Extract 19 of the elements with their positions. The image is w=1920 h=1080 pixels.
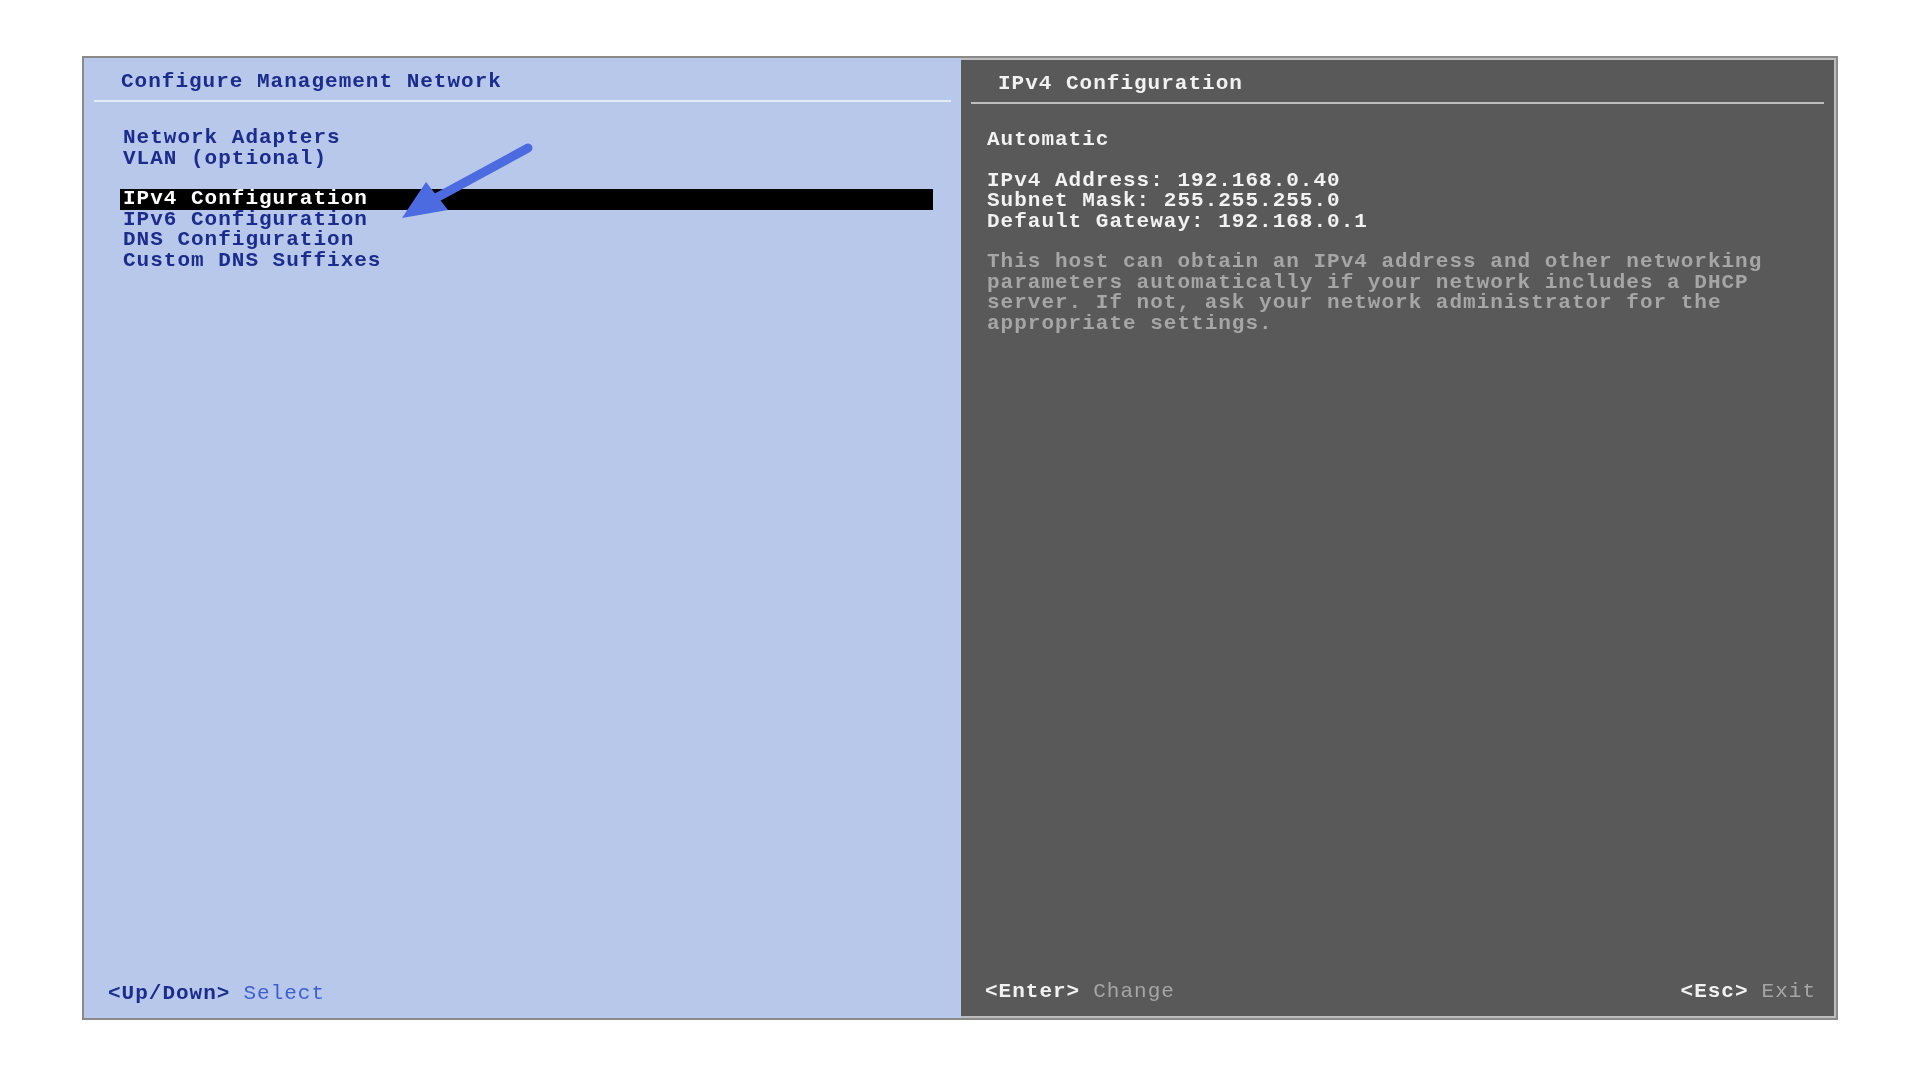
action-hint: Select	[243, 984, 326, 1004]
menu-item[interactable]: IPv4 Configuration	[120, 189, 933, 210]
description-text: This host can obtain an IPv4 address and other networking parameters automatically if your network includes a DHCP server. If not, ask your network administrator for the appropriate settings.	[987, 252, 1764, 334]
action-hint: Change	[1093, 982, 1175, 1002]
panel-title: IPv4 Configuration	[998, 72, 1243, 95]
key-hint: <Up/Down>	[108, 984, 231, 1004]
menu-item[interactable]: Network Adapters	[120, 128, 933, 149]
setting-text: IPv4 Address: 192.168.0.40	[987, 170, 1342, 191]
action-hint: Exit	[1761, 982, 1816, 1002]
mode-text: Automatic	[987, 130, 1111, 151]
setting-text: Default Gateway: 192.168.0.1	[987, 211, 1369, 232]
key-hint: <Enter>	[985, 982, 1081, 1002]
menu-item[interactable]: IPv6 Configuration	[120, 209, 933, 230]
panel-title: Configure Management Network	[121, 70, 502, 93]
menu-item[interactable]: DNS Configuration	[120, 230, 933, 251]
menu-item[interactable]: Custom DNS Suffixes	[120, 250, 933, 271]
setting-text: Subnet Mask: 255.255.255.0	[987, 191, 1342, 212]
key-hint: <Esc>	[1680, 982, 1749, 1002]
menu-item[interactable]: VLAN (optional)	[120, 148, 933, 169]
